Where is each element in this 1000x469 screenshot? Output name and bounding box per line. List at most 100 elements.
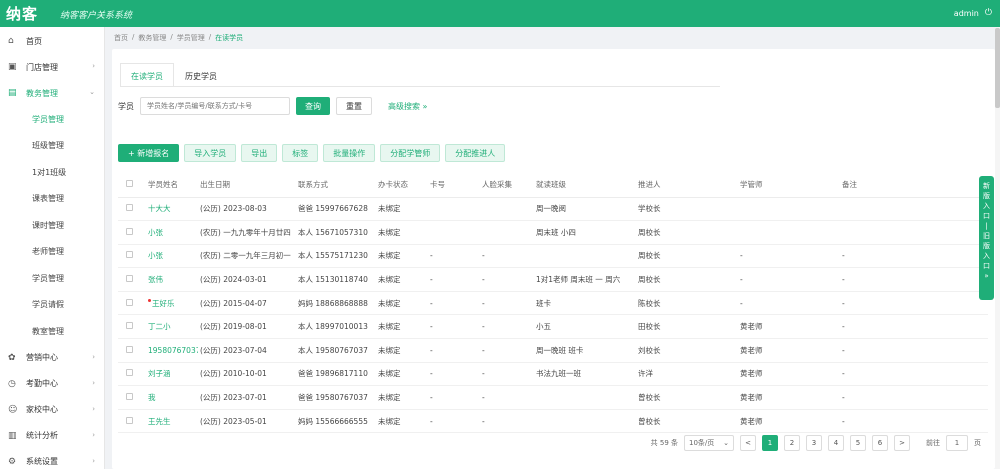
advanced-search-link[interactable]: 高级搜索 » [388,101,427,112]
page-size-select[interactable]: 10条/页 ⌄ [684,435,734,451]
search-input[interactable] [140,97,290,115]
user-menu[interactable]: admin ⏻ [954,8,992,18]
add-enrollment-button[interactable]: + 新增报名 [118,144,180,162]
sidebar-subitem[interactable]: 学员管理 [0,106,104,133]
sidebar-item-academic[interactable]: ▤ 教务管理 ⌄ [0,80,104,106]
student-name-link[interactable]: 小张 [148,228,163,237]
row-checkbox[interactable] [126,345,133,353]
sidebar-item-stats[interactable]: ▥ 统计分析 › [0,423,104,449]
student-name-link[interactable]: 我 [148,393,156,402]
reset-button[interactable]: 重置 [336,97,372,115]
table-cell [534,409,636,434]
table-row[interactable]: 王好乐 (公历) 2015-04-07 妈妈 18868868888 未绑定 - - 班卡陈… [118,291,988,316]
page-button[interactable]: 4 [828,435,844,451]
assign-promoter-button[interactable]: 分配推进人 [445,144,506,162]
sidebar-subitem[interactable]: 学员请假 [0,292,104,319]
student-name-cell[interactable]: 我 [146,385,198,410]
student-name-cell[interactable]: 刘子涵 [146,362,198,387]
goto-page-input[interactable]: 1 [946,435,968,451]
table-cell: (公历) 2015-04-07 [198,291,296,316]
sidebar-subitem[interactable]: 1对1班级 [0,159,104,186]
table-row[interactable]: 王先生 (公历) 2023-05-01 妈妈 15566666555 未绑定 - - 曾校长… [118,409,988,434]
student-name-link[interactable]: 张伟 [148,275,163,284]
student-name-cell[interactable]: 王先生 [146,409,198,434]
table-cell: - [840,267,988,292]
row-checkbox[interactable] [126,275,133,283]
table-row[interactable]: 丁二小 (公历) 2019-08-01 本人 18997010013 未绑定 - - 小五田… [118,314,988,340]
row-checkbox[interactable] [126,369,133,377]
table-row[interactable]: 小张 (农历) 一九九零年十月廿四 本人 15671057310 未绑定 周末班 小四周… [118,220,988,245]
import-students-button[interactable]: 导入学员 [184,144,237,162]
student-name-link[interactable]: 刘子涵 [148,369,171,378]
student-name-link[interactable]: 十大大 [148,204,171,213]
page-button[interactable]: 2 [784,435,800,451]
tag-button[interactable]: 标签 [282,144,319,162]
prev-page-button[interactable]: < [740,435,756,451]
table-cell: - [428,385,480,410]
chevron-down-icon: ⌄ [723,439,729,447]
table-row[interactable]: 十大大 (公历) 2023-08-03 爸爸 15997667628 未绑定 周一晚阅学… [118,197,988,222]
table-cell: 本人 18997010013 [296,314,376,340]
assign-manager-button[interactable]: 分配学管师 [380,144,441,162]
breadcrumb-item[interactable]: 学员管理 [177,33,205,43]
breadcrumb-item[interactable]: 首页 [114,33,128,43]
table-row[interactable]: 我 (公历) 2023-07-01 爸爸 19580767037 未绑定 - - 曾校长 黄老… [118,385,988,410]
row-checkbox[interactable] [126,298,133,306]
select-all-checkbox[interactable] [126,180,133,188]
search-button[interactable]: 查询 [296,97,330,115]
student-name-link[interactable]: 丁二小 [148,322,171,331]
student-name-cell[interactable]: 19580767037 [146,338,198,363]
table-row[interactable]: 张伟 (公历) 2024-03-01 本人 15130118740 未绑定 - -1对1老… [118,267,988,292]
table-cell: 学校长 [636,197,738,222]
row-checkbox[interactable] [126,416,133,424]
search-row: 学员 查询 重置 高级搜索 » [118,97,427,115]
table-row[interactable]: 小张 (农历) 二零一九年三月初一 本人 15575171230 未绑定 - - 周校长 - - [118,244,988,269]
table-cell [428,220,480,245]
next-page-button[interactable]: > [894,435,910,451]
sidebar-item-home[interactable]: ⌂ 首页 [0,28,104,54]
breadcrumb-item[interactable]: 教务管理 [138,33,166,43]
power-icon[interactable]: ⏻ [985,8,992,18]
table-cell: - [840,409,988,434]
sidebar-subitem[interactable]: 教室管理 [0,318,104,345]
student-name-link[interactable]: 19580767037 [148,346,198,355]
student-name-cell[interactable]: 小张 [146,244,198,269]
sidebar-item-settings[interactable]: ⚙ 系统设置 › [0,449,104,469]
student-name-cell[interactable]: 张伟 [146,267,198,292]
table-row[interactable]: 刘子涵 (公历) 2010-10-01 爸爸 19896817110 未绑定 - - 书法九… [118,362,988,387]
student-name-link[interactable]: 王先生 [148,417,171,426]
row-checkbox[interactable] [126,393,133,401]
row-checkbox[interactable] [126,251,133,259]
page-button[interactable]: 1 [762,435,778,451]
student-name-link[interactable]: 王好乐 [152,299,175,308]
sidebar-item-marketing[interactable]: ✿ 营销中心 › [0,345,104,371]
page-button[interactable]: 3 [806,435,822,451]
table-cell: - [480,314,534,340]
student-name-link[interactable]: 小张 [148,251,163,260]
page-button[interactable]: 6 [872,435,888,451]
page-button[interactable]: 5 [850,435,866,451]
student-name-cell[interactable]: 小张 [146,220,198,245]
student-name-cell[interactable]: 丁二小 [146,314,198,340]
batch-button[interactable]: 批量操作 [323,144,376,162]
tab-current-students[interactable]: 在读学员 [120,63,174,86]
row-checkbox[interactable] [126,322,133,330]
table-cell: 小五 [534,314,636,340]
sidebar-subitem[interactable]: 班级管理 [0,133,104,160]
sidebar-subitem[interactable]: 老师管理 [0,239,104,266]
table-row[interactable]: 19580767037 (公历) 2023-07-04 本人 19580767037… [118,338,988,363]
sidebar-subitem[interactable]: 学员管理 [0,265,104,292]
sidebar-item-attendance[interactable]: ◷ 考勤中心 › [0,371,104,397]
student-name-cell[interactable]: 王好乐 [146,291,198,316]
scroll-thumb[interactable] [995,28,1000,108]
sidebar-item-homeschool[interactable]: ☺ 家校中心 › [0,397,104,423]
sidebar-subitem[interactable]: 课表管理 [0,186,104,213]
row-checkbox[interactable] [126,204,133,212]
student-name-cell[interactable]: 十大大 [146,197,198,222]
export-button[interactable]: 导出 [241,144,278,162]
version-switch-panel[interactable]: 新 版 入 口 | 旧 版 入 口 » [979,176,994,300]
sidebar-subitem[interactable]: 课时管理 [0,212,104,239]
row-checkbox[interactable] [126,227,133,235]
tab-history-students[interactable]: 历史学员 [174,63,228,86]
sidebar-item-store[interactable]: ▣ 门店管理 › [0,54,104,80]
